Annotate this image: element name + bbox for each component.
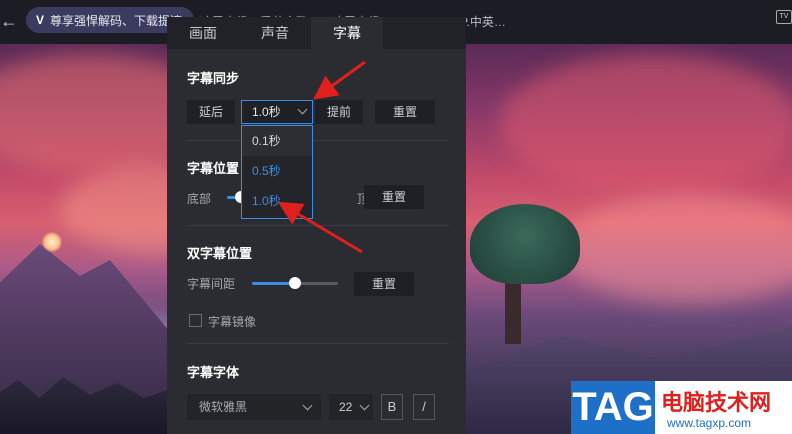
settings-tabs: 画面 声音 字幕	[167, 17, 466, 49]
spacing-slider[interactable]	[252, 277, 338, 289]
option-0-1s[interactable]: 0.1秒	[242, 126, 312, 156]
sun	[42, 232, 62, 252]
subtitle-sync-title: 字幕同步	[187, 71, 240, 86]
tab-subtitle[interactable]: 字幕	[311, 17, 383, 49]
sync-step-dropdown: 0.1秒 0.5秒 1.0秒	[241, 125, 313, 219]
mirror-checkbox[interactable]	[189, 314, 202, 327]
tv-cast-icon[interactable]: TV	[776, 10, 792, 24]
watermark-name: 电脑技术网	[661, 390, 772, 415]
bottom-label: 底部	[187, 192, 212, 206]
font-size-select[interactable]: 22	[329, 394, 373, 420]
subtitle-font-title: 字幕字体	[187, 365, 240, 380]
position-reset-button[interactable]: 重置	[364, 185, 424, 209]
chevron-down-icon	[359, 400, 370, 411]
tab-picture[interactable]: 画面	[167, 17, 239, 49]
sync-step-value: 1.0秒	[252, 105, 281, 119]
chevron-down-icon	[297, 104, 308, 115]
watermark-tag: TAG	[571, 381, 655, 434]
tab-audio[interactable]: 声音	[239, 17, 311, 49]
italic-button[interactable]: /	[413, 394, 435, 420]
cloud	[500, 54, 792, 194]
subtitle-position-title: 字幕位置	[187, 161, 240, 176]
cloud	[560, 194, 792, 304]
font-size-value: 22	[339, 400, 353, 414]
mirror-label: 字幕镜像	[208, 315, 257, 329]
chevron-down-icon	[302, 400, 313, 411]
bold-button[interactable]: B	[381, 394, 403, 420]
mountain	[0, 244, 190, 404]
dual-subtitle-title: 双字幕位置	[187, 246, 253, 261]
dual-reset-button[interactable]: 重置	[354, 272, 414, 296]
font-family-value: 微软雅黑	[199, 400, 248, 414]
back-arrow-icon[interactable]: ←	[0, 11, 18, 31]
divider	[187, 225, 449, 226]
option-0-5s[interactable]: 0.5秒	[242, 156, 312, 186]
spacing-label: 字幕间距	[187, 277, 236, 291]
site-watermark: TAG 电脑技术网 www.tagxp.com	[571, 381, 792, 434]
option-1-0s[interactable]: 1.0秒	[242, 186, 312, 216]
settings-panel: 画面 声音 字幕 字幕同步 延后 1.0秒 提前 重置 字幕位置 底部 顶部 重…	[167, 17, 466, 434]
sync-step-select[interactable]: 1.0秒	[241, 100, 313, 124]
slider-knob[interactable]	[289, 277, 301, 289]
tree-trunk	[505, 274, 521, 344]
promo-text: 尊享强悍解码、下载提速	[50, 13, 183, 28]
divider	[187, 140, 449, 141]
tree	[470, 204, 580, 284]
advance-button[interactable]: 提前	[315, 100, 363, 124]
sync-reset-button[interactable]: 重置	[375, 100, 435, 124]
vip-logo: V	[36, 13, 45, 27]
watermark-url: www.tagxp.com	[667, 416, 752, 430]
font-family-select[interactable]: 微软雅黑	[187, 394, 321, 420]
delay-button[interactable]: 延后	[187, 100, 235, 124]
divider	[187, 343, 449, 344]
